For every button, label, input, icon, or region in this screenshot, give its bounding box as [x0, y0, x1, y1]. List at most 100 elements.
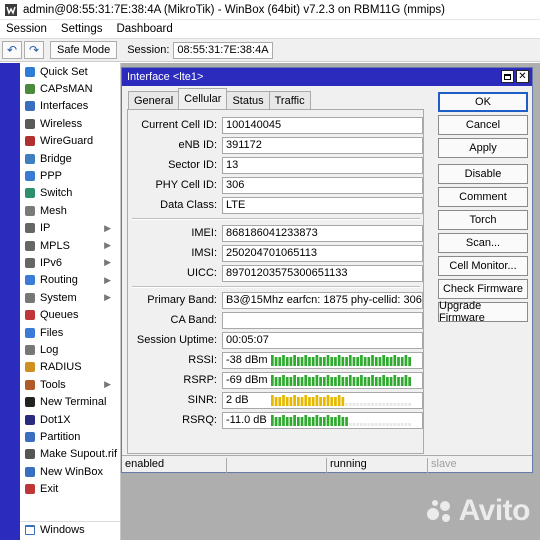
imei-label: IMEI:	[191, 227, 217, 239]
disable-button[interactable]: Disable	[438, 164, 528, 184]
sidebar-item-files[interactable]: Files	[20, 324, 120, 341]
sidebar-item-system[interactable]: System ▶	[20, 289, 120, 306]
tab-traffic[interactable]: Traffic	[268, 91, 311, 109]
sidebar-item-new-winbox[interactable]: New WinBox	[20, 463, 120, 480]
sidebar-item-mpls[interactable]: MPLS ▶	[20, 237, 120, 254]
session-uptime-field[interactable]: 00:05:07	[222, 332, 423, 349]
rssi-level-bars	[271, 355, 411, 366]
tab-status[interactable]: Status	[226, 91, 270, 109]
sector-id-field[interactable]: 13	[222, 157, 423, 174]
sinr-level-segment	[304, 395, 308, 406]
cancel-button[interactable]: Cancel	[438, 115, 528, 135]
comment-button[interactable]: Comment	[438, 187, 528, 207]
menu-settings[interactable]: Settings	[61, 23, 103, 35]
sidebar-item-dot1x[interactable]: Dot1X	[20, 411, 120, 428]
sidebar-item-ppp[interactable]: PPP	[20, 167, 120, 184]
menu-dashboard[interactable]: Dashboard	[116, 23, 172, 35]
sidebar-item-wireless[interactable]: Wireless	[20, 115, 120, 132]
phy-cell-id-field[interactable]: 306	[222, 177, 423, 194]
ca-band-field[interactable]	[222, 312, 423, 329]
rsrq-level-segment	[337, 415, 341, 426]
sidebar-item-new-terminal[interactable]: New Terminal	[20, 393, 120, 410]
rssi-level-segment	[363, 357, 367, 366]
rsrp-level-segment	[404, 375, 408, 386]
rsrq-level-segment	[289, 417, 293, 426]
scan-button[interactable]: Scan...	[438, 233, 528, 253]
ok-button[interactable]: OK	[438, 92, 528, 112]
rsrp-level-segment	[371, 375, 374, 386]
maximize-button[interactable]	[501, 70, 514, 83]
uicc-field[interactable]: 89701203575300651133	[222, 265, 423, 282]
sidebar-item-wireguard[interactable]: WireGuard	[20, 133, 120, 150]
sinr-level-segment	[345, 403, 348, 406]
torch-button[interactable]: Torch	[438, 210, 528, 230]
sinr-level-segment	[274, 397, 278, 406]
enb-id-field[interactable]: 391172	[222, 137, 423, 154]
sidebar-item-capsman[interactable]: CAPsMAN	[20, 80, 120, 97]
sidebar-item-quick-set[interactable]: Quick Set	[20, 63, 120, 80]
sidebar-item-interfaces[interactable]: Interfaces	[20, 98, 120, 115]
rssi-level-segment	[293, 355, 296, 366]
apply-button[interactable]: Apply	[438, 138, 528, 158]
close-button[interactable]: ✕	[516, 70, 529, 83]
rsrp-level-segment	[285, 377, 289, 386]
sidebar-item-queues[interactable]: Queues	[20, 306, 120, 323]
sidebar-item-label: Switch	[40, 187, 73, 200]
session-field[interactable]: 08:55:31:7E:38:4A	[173, 41, 273, 59]
imei-field[interactable]: 868186041233873	[222, 225, 423, 242]
sector-id-label: Sector ID:	[168, 159, 217, 171]
primary-band-field[interactable]: B3@15Mhz earfcn: 1875 phy-cellid: 306	[222, 292, 423, 309]
redo-button[interactable]: ↷	[24, 41, 44, 59]
current-cell-id-field[interactable]: 100140045	[222, 117, 423, 134]
submenu-arrow-icon: ▶	[104, 379, 111, 390]
sidebar-item-windows[interactable]: Windows	[20, 521, 120, 538]
row-rsrp: RSRP: -69 dBm	[128, 372, 423, 389]
rsrp-level-segment	[282, 375, 285, 386]
rsrq-level-segment	[278, 417, 282, 426]
sidebar-item-switch[interactable]: Switch	[20, 185, 120, 202]
quickset-icon	[24, 66, 36, 78]
sidebar-item-log[interactable]: Log	[20, 341, 120, 358]
undo-button[interactable]: ↶	[2, 41, 22, 59]
sidebar-item-routing[interactable]: Routing ▶	[20, 272, 120, 289]
submenu-arrow-icon: ▶	[104, 292, 111, 303]
sidebar-item-label: New WinBox	[40, 465, 103, 478]
upgrade-firmware-button[interactable]: Upgrade Firmware	[438, 300, 528, 324]
sinr-level-segment	[374, 403, 378, 406]
sinr-level-segment	[330, 397, 334, 406]
sidebar-item-tools[interactable]: Tools ▶	[20, 376, 120, 393]
cell-monitor-button[interactable]: Cell Monitor...	[438, 256, 528, 276]
check-firmware-button[interactable]: Check Firmware	[438, 279, 528, 299]
queues-icon	[24, 309, 36, 321]
menu-session[interactable]: Session	[6, 23, 47, 35]
sinr-level-segment	[352, 403, 356, 406]
sidebar-item-ip[interactable]: IP ▶	[20, 220, 120, 237]
sidebar-item-partition[interactable]: Partition	[20, 428, 120, 445]
rssi-level-segment	[341, 357, 345, 366]
sidebar-item-radius[interactable]: RADIUS	[20, 359, 120, 376]
row-imei: IMEI: 868186041233873	[128, 225, 423, 242]
row-enb-id: eNB ID: 391172	[128, 137, 423, 154]
avito-logo-icon	[426, 500, 450, 522]
sinr-level-segment	[337, 395, 341, 406]
status-running: running	[326, 458, 367, 473]
sidebar-item-make-supout-rif[interactable]: Make Supout.rif	[20, 446, 120, 463]
rssi-level-segment	[326, 355, 330, 366]
rssi-level-segment	[322, 357, 326, 366]
status-empty	[226, 458, 326, 473]
tab-general[interactable]: General	[128, 91, 180, 109]
imsi-field[interactable]: 250204701065113	[222, 245, 423, 262]
sidebar-item-mesh[interactable]: Mesh	[20, 202, 120, 219]
dot1x-icon	[24, 414, 36, 426]
rsrq-level-segment	[296, 417, 300, 426]
rssi-level-segment	[345, 357, 348, 366]
sinr-level-segment	[334, 397, 337, 406]
tab-cellular[interactable]: Cellular	[178, 88, 228, 109]
safe-mode-button[interactable]: Safe Mode	[50, 41, 118, 59]
sidebar-item-ipv6[interactable]: IPv6 ▶	[20, 254, 120, 271]
data-class-field[interactable]: LTE	[222, 197, 423, 214]
sidebar-item-exit[interactable]: Exit	[20, 480, 120, 497]
sidebar-item-bridge[interactable]: Bridge	[20, 150, 120, 167]
row-sinr: SINR: 2 dB	[128, 392, 423, 409]
files-icon	[24, 327, 36, 339]
